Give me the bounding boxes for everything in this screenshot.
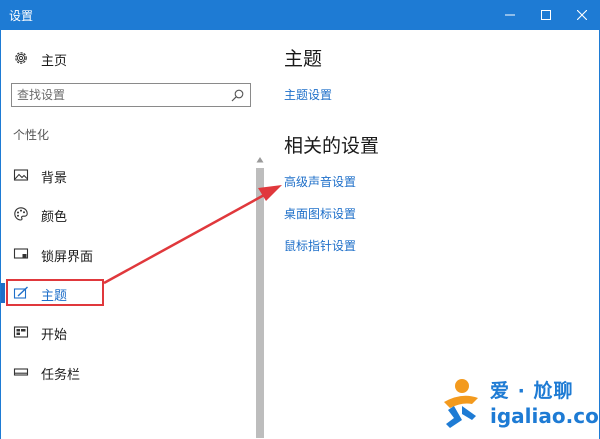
active-indicator <box>1 283 5 303</box>
sidebar-item-label: 颜色 <box>41 210 68 225</box>
minimize-button[interactable] <box>492 0 528 30</box>
desktop-icon-settings-link[interactable]: 桌面图标设置 <box>284 205 356 222</box>
search-icon[interactable] <box>231 89 244 102</box>
window-title: 设置 <box>9 9 34 23</box>
sidebar-item-background[interactable]: 背景 <box>1 159 253 191</box>
sidebar-item-start[interactable]: 开始 <box>1 316 253 348</box>
scrollbar-thumb[interactable] <box>256 168 264 438</box>
search-field[interactable] <box>11 83 251 107</box>
sidebar-item-home[interactable]: 主页 <box>1 46 251 70</box>
sidebar-item-label: 锁屏界面 <box>41 250 94 265</box>
related-settings-heading: 相关的设置 <box>284 135 380 157</box>
sidebar-item-label: 任务栏 <box>41 368 81 383</box>
sidebar-item-lock-screen[interactable]: 锁屏界面 <box>1 238 253 270</box>
section-label-personalization: 个性化 <box>13 128 50 142</box>
sidebar-item-label: 主页 <box>41 54 68 69</box>
mouse-pointer-settings-link[interactable]: 鼠标指针设置 <box>284 237 356 254</box>
picture-icon <box>13 169 29 181</box>
annotation-highlight-box <box>6 279 104 306</box>
taskbar-icon <box>13 368 29 376</box>
mascot-logo-icon <box>444 379 478 428</box>
maximize-icon <box>541 10 551 20</box>
scroll-up-arrow-icon[interactable] <box>256 156 264 164</box>
watermark-title: 爱 · 尬聊 <box>490 380 574 402</box>
page-title: 主题 <box>284 48 323 70</box>
sidebar-item-label: 背景 <box>41 171 68 186</box>
sidebar-item-taskbar[interactable]: 任务栏 <box>1 356 253 388</box>
start-menu-icon <box>13 326 29 338</box>
palette-icon <box>14 207 28 221</box>
maximize-button[interactable] <box>528 0 564 30</box>
search-input[interactable] <box>17 86 222 104</box>
watermark-url: igaliao.com <box>490 404 600 428</box>
advanced-sound-settings-link[interactable]: 高级声音设置 <box>284 173 356 190</box>
close-button[interactable] <box>564 0 600 30</box>
watermark: 爱 · 尬聊 igaliao.com <box>432 372 600 434</box>
minimize-icon <box>505 14 515 16</box>
sidebar: 主页 个性化 背景 颜色 锁屏界面 <box>1 30 267 439</box>
theme-settings-link[interactable]: 主题设置 <box>284 86 332 103</box>
lockscreen-icon <box>13 248 29 259</box>
sidebar-item-colors[interactable]: 颜色 <box>1 198 253 230</box>
sidebar-item-label: 开始 <box>41 328 68 343</box>
gear-icon <box>15 52 27 64</box>
close-icon <box>577 10 587 20</box>
title-bar: 设置 <box>0 0 600 30</box>
